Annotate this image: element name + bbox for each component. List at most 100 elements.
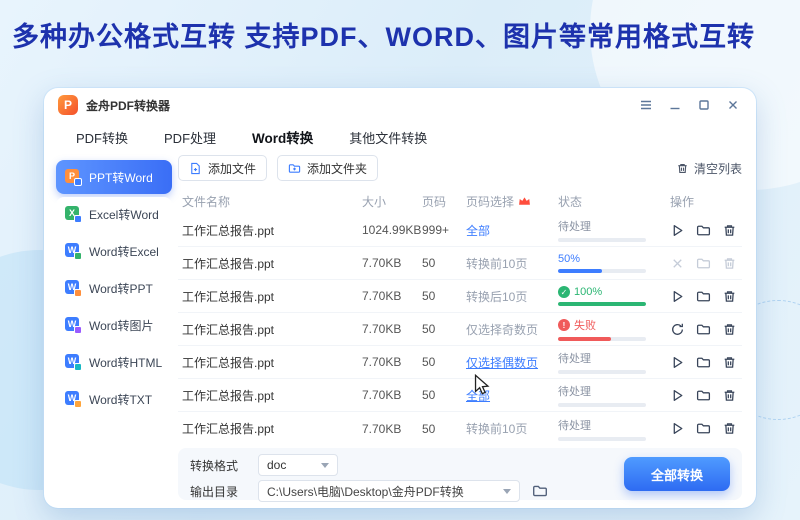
status-cell: 待处理: [558, 417, 670, 441]
add-file-button[interactable]: 添加文件: [178, 155, 268, 181]
page-selection-link[interactable]: 全部: [466, 222, 558, 239]
row-operations: [670, 322, 742, 337]
cancel-convert-icon[interactable]: [670, 256, 685, 271]
open-folder-icon[interactable]: [696, 421, 711, 436]
excel-file-icon: X: [65, 205, 82, 223]
open-folder-icon[interactable]: [696, 256, 711, 271]
col-pages: 页码: [422, 194, 447, 209]
output-dir-label: 输出目录: [190, 484, 239, 499]
window-controls: [639, 98, 740, 112]
main-tabs: PDF转换 PDF处理 Word转换 其他文件转换: [44, 122, 756, 152]
chevron-down-icon: [321, 462, 329, 468]
file-name: 工作汇总报告.ppt: [182, 355, 275, 370]
open-folder-icon[interactable]: [696, 322, 711, 337]
file-name: 工作汇总报告.ppt: [182, 223, 275, 238]
file-pages: 50: [422, 355, 436, 369]
open-folder-icon[interactable]: [696, 388, 711, 403]
start-convert-icon[interactable]: [670, 289, 685, 304]
start-convert-icon[interactable]: [670, 355, 685, 370]
minimize-icon[interactable]: [668, 98, 682, 112]
output-dir-select[interactable]: C:\Users\电脑\Desktop\金舟PDF转换: [258, 480, 520, 502]
start-convert-icon[interactable]: [670, 388, 685, 403]
file-name: 工作汇总报告.ppt: [182, 256, 275, 271]
sidebar-item-label: Word转HTML: [89, 355, 163, 370]
table-row: 工作汇总报告.ppt 1024.99KB 999+ 全部 待处理: [178, 214, 742, 247]
status-cell: 待处理: [558, 350, 670, 374]
delete-file-icon[interactable]: [722, 388, 737, 403]
open-folder-icon[interactable]: [696, 223, 711, 238]
word-file-icon: W: [65, 316, 82, 334]
progress-bar: [558, 302, 646, 306]
sidebar-item-word-to-txt[interactable]: W Word转TXT: [56, 382, 172, 416]
tab-word-convert[interactable]: Word转换: [252, 127, 313, 147]
word-file-icon: W: [65, 390, 82, 408]
add-file-icon: [189, 162, 202, 175]
app-logo: P: [58, 95, 78, 115]
delete-file-icon[interactable]: [722, 256, 737, 271]
file-pages: 50: [422, 388, 436, 402]
row-operations: [670, 355, 742, 370]
retry-convert-icon[interactable]: [670, 322, 685, 337]
clear-list-button[interactable]: 清空列表: [676, 160, 742, 177]
page-selection-link[interactable]: 转换前10页: [466, 255, 558, 272]
col-file-name: 文件名称: [182, 194, 231, 209]
sidebar-item-label: Word转图片: [89, 318, 154, 333]
success-check-icon: ✓: [558, 286, 570, 298]
table-row: 工作汇总报告.ppt 7.70KB 50 仅选择奇数页 ! 失败: [178, 313, 742, 346]
format-select[interactable]: doc: [258, 454, 338, 476]
sidebar-item-label: Word转TXT: [89, 392, 153, 407]
row-operations: [670, 289, 742, 304]
page-title: 多种办公格式互转 支持PDF、WORD、图片等常用格式互转: [12, 22, 755, 52]
open-folder-icon[interactable]: [696, 289, 711, 304]
maximize-icon[interactable]: [697, 98, 711, 112]
app-window: P 金舟PDF转换器 PDF转换 PDF处理 Word转换 其他文件转换 P P…: [44, 88, 756, 508]
close-icon[interactable]: [726, 98, 740, 112]
delete-file-icon[interactable]: [722, 289, 737, 304]
start-convert-icon[interactable]: [670, 223, 685, 238]
file-name: 工作汇总报告.ppt: [182, 388, 275, 403]
sidebar-item-word-to-html[interactable]: W Word转HTML: [56, 345, 172, 379]
format-label: 转换格式: [190, 458, 239, 473]
sidebar-item-ppt-to-word[interactable]: P PPT转Word: [56, 160, 172, 194]
page-selection-link[interactable]: 仅选择偶数页: [466, 354, 558, 371]
sidebar-item-excel-to-word[interactable]: X Excel转Word: [56, 197, 172, 231]
vip-crown-icon: [518, 196, 531, 206]
tab-other-files[interactable]: 其他文件转换: [349, 128, 427, 147]
page-selection-link[interactable]: 全部: [466, 387, 558, 404]
delete-file-icon[interactable]: [722, 421, 737, 436]
ppt-file-icon: P: [65, 168, 82, 186]
row-operations: [670, 421, 742, 436]
file-pages: 50: [422, 289, 436, 303]
sidebar-item-label: Excel转Word: [89, 207, 159, 222]
tab-pdf-convert[interactable]: PDF转换: [76, 128, 128, 147]
table-row: 工作汇总报告.ppt 7.70KB 50 仅选择偶数页 待处理: [178, 346, 742, 379]
open-folder-icon[interactable]: [696, 355, 711, 370]
page-selection-link[interactable]: 转换后10页: [466, 288, 558, 305]
browse-folder-icon[interactable]: [532, 483, 548, 499]
page-selection-link[interactable]: 仅选择奇数页: [466, 321, 558, 338]
delete-file-icon[interactable]: [722, 322, 737, 337]
start-convert-icon[interactable]: [670, 421, 685, 436]
sidebar-item-word-to-excel[interactable]: W Word转Excel: [56, 234, 172, 268]
col-operations: 操作: [670, 194, 695, 209]
delete-file-icon[interactable]: [722, 355, 737, 370]
add-folder-button[interactable]: 添加文件夹: [277, 155, 379, 181]
word-file-icon: W: [65, 353, 82, 371]
sidebar-item-word-to-image[interactable]: W Word转图片: [56, 308, 172, 342]
table-row: 工作汇总报告.ppt 7.70KB 50 转换前10页 待处理: [178, 412, 742, 445]
titlebar: P 金舟PDF转换器: [44, 88, 756, 122]
app-title: 金舟PDF转换器: [86, 98, 171, 113]
status-cell: ! 失败: [558, 317, 670, 341]
status-cell: 50%: [558, 253, 670, 273]
sidebar-item-word-to-ppt[interactable]: W Word转PPT: [56, 271, 172, 305]
file-size: 7.70KB: [362, 388, 402, 402]
file-size: 7.70KB: [362, 355, 402, 369]
chevron-down-icon: [503, 488, 511, 494]
convert-all-button[interactable]: 全部转换: [624, 457, 730, 491]
menu-icon[interactable]: [639, 98, 653, 112]
tab-pdf-process[interactable]: PDF处理: [164, 128, 216, 147]
sidebar-item-label: Word转PPT: [89, 281, 153, 296]
page-selection-link[interactable]: 转换前10页: [466, 420, 558, 437]
delete-file-icon[interactable]: [722, 223, 737, 238]
file-pages: 999+: [422, 223, 450, 237]
